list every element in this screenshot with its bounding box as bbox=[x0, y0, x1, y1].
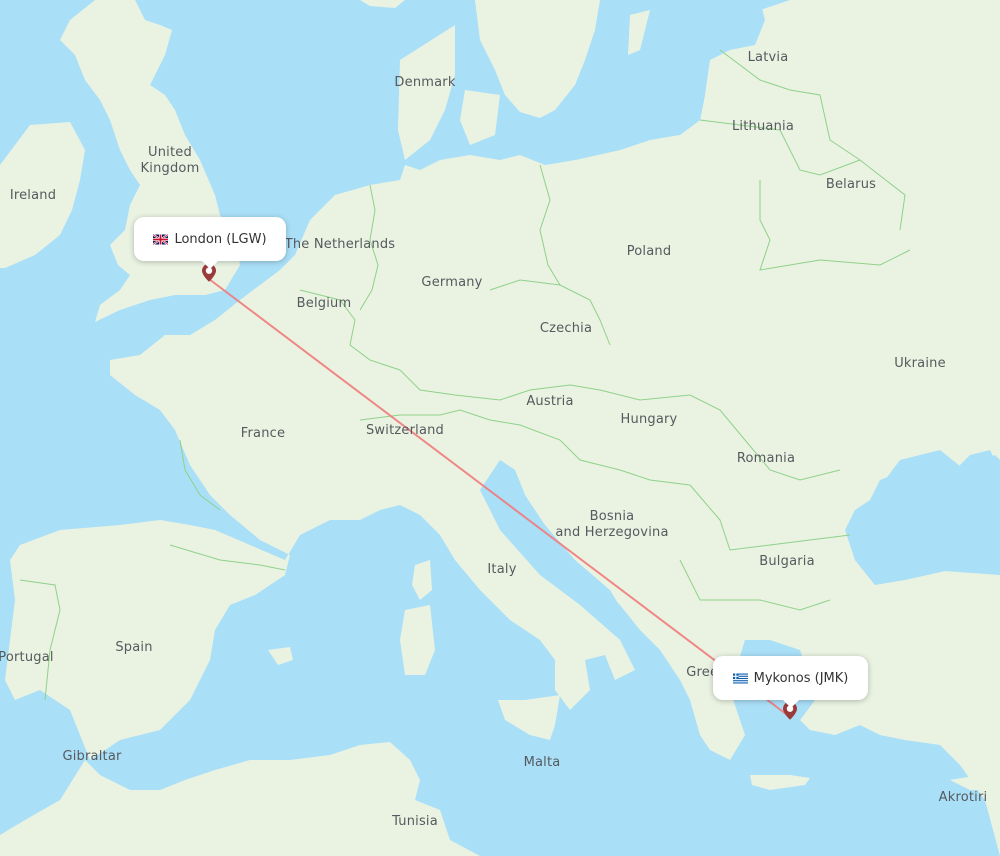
land-crete bbox=[750, 775, 810, 790]
country-label-czechia: Czechia bbox=[539, 321, 593, 336]
country-label-belarus: Belarus bbox=[825, 177, 877, 192]
destination-popup[interactable]: Mykonos (JMK) bbox=[713, 656, 868, 708]
country-label-belgium: Belgium bbox=[296, 296, 352, 311]
gr-flag-icon bbox=[732, 673, 748, 683]
country-label-portugal: Portugal bbox=[0, 650, 54, 665]
country-label-austria: Austria bbox=[526, 394, 574, 409]
country-label-united-kingdom: United Kingdom bbox=[141, 145, 200, 177]
country-label-ireland: Ireland bbox=[9, 188, 57, 203]
land-sardinia bbox=[400, 605, 435, 675]
land-denmark bbox=[398, 25, 455, 160]
country-label-spain: Spain bbox=[115, 640, 153, 655]
country-label-bosnia-text: Bosnia and Herzegovina bbox=[555, 509, 669, 540]
country-label-germany: Germany bbox=[421, 275, 483, 290]
country-label-ukraine: Ukraine bbox=[894, 356, 946, 371]
gb-flag-icon bbox=[153, 233, 169, 245]
country-label-poland: Poland bbox=[626, 244, 672, 259]
land-norway bbox=[360, 0, 405, 8]
country-label-hungary: Hungary bbox=[620, 412, 678, 427]
country-label-latvia: Latvia bbox=[747, 50, 789, 65]
country-label-gibraltar: Gibraltar bbox=[62, 749, 122, 764]
country-label-italy: Italy bbox=[487, 562, 517, 577]
country-label-denmark: Denmark bbox=[394, 75, 456, 90]
country-label-romania: Romania bbox=[736, 451, 796, 466]
map-basemap bbox=[0, 0, 1000, 856]
country-label-united-kingdom-text: United Kingdom bbox=[140, 145, 200, 176]
country-label-netherlands: The Netherlands bbox=[284, 237, 396, 252]
country-label-bulgaria: Bulgaria bbox=[759, 554, 815, 569]
land-sicily bbox=[498, 695, 560, 740]
route-map[interactable]: Latvia Denmark Lithuania United Kingdom … bbox=[0, 0, 1000, 856]
land-balearics bbox=[268, 647, 293, 665]
land-corsica bbox=[412, 560, 432, 600]
land-zealand bbox=[460, 90, 500, 145]
country-label-lithuania: Lithuania bbox=[731, 119, 795, 134]
country-label-bosnia: Bosnia and Herzegovina bbox=[555, 509, 668, 541]
origin-popup[interactable]: London (LGW) bbox=[134, 217, 286, 269]
country-label-switzerland: Switzerland bbox=[365, 423, 445, 438]
land-gotland bbox=[628, 10, 650, 55]
country-label-akrotiri: Akrotiri bbox=[938, 790, 988, 805]
country-label-france: France bbox=[240, 426, 286, 441]
origin-popup-label: London (LGW) bbox=[174, 231, 267, 247]
country-label-tunisia: Tunisia bbox=[392, 814, 438, 829]
country-label-malta: Malta bbox=[523, 755, 561, 770]
destination-popup-label: Mykonos (JMK) bbox=[753, 670, 849, 686]
